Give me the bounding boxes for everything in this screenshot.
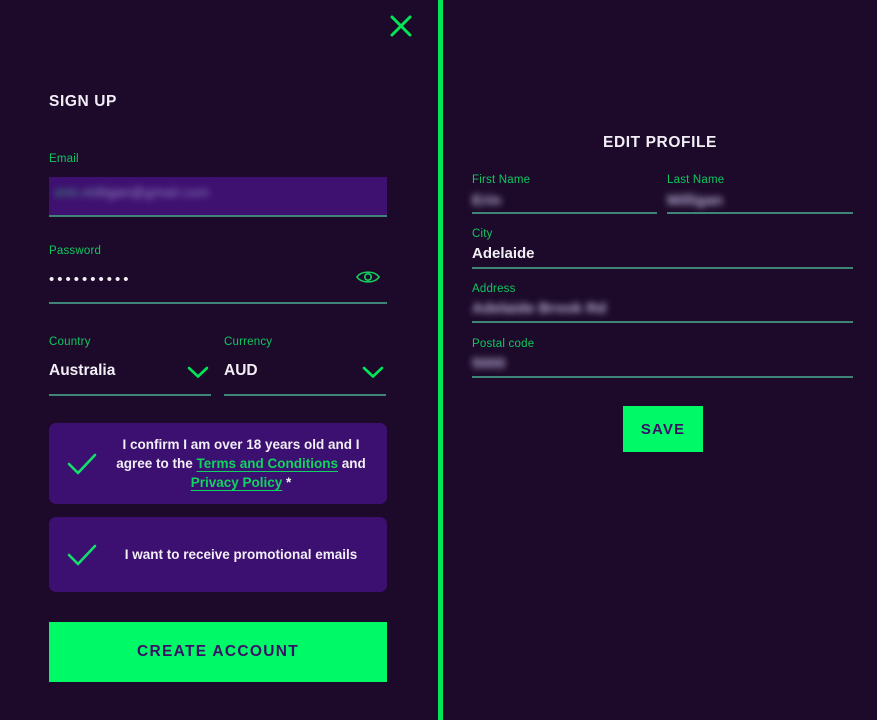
currency-select[interactable]: AUD: [224, 362, 386, 392]
last-name-underline: [667, 212, 853, 214]
promotional-emails-label: I want to receive promotional emails: [124, 547, 358, 562]
toggle-password-visibility-button[interactable]: [355, 268, 381, 290]
terms-and-conditions-link[interactable]: Terms and Conditions: [197, 456, 339, 471]
city-underline: [472, 267, 853, 269]
email-label: Email: [49, 153, 79, 165]
checkmark-icon: [49, 451, 115, 477]
dual-form-screen: SIGN UP Email erin.milligan@gmail.com Pa…: [0, 0, 877, 720]
chevron-down-icon: [187, 365, 209, 384]
chevron-down-icon: [362, 365, 384, 384]
password-input[interactable]: ••••••••••: [49, 268, 387, 300]
currency-value: AUD: [224, 362, 258, 379]
email-value: erin.milligan@gmail.com: [55, 185, 210, 200]
email-input[interactable]: erin.milligan@gmail.com: [49, 177, 387, 217]
save-button[interactable]: SAVE: [623, 406, 703, 452]
address-underline: [472, 321, 853, 323]
signup-panel: SIGN UP Email erin.milligan@gmail.com Pa…: [0, 0, 438, 720]
age-terms-checkbox[interactable]: I confirm I am over 18 years old and I a…: [49, 423, 387, 504]
city-label: City: [472, 228, 493, 240]
page-title: EDIT PROFILE: [603, 134, 717, 151]
password-value: ••••••••••: [49, 271, 132, 288]
privacy-policy-link[interactable]: Privacy Policy: [191, 475, 283, 490]
last-name-input[interactable]: Milligan: [667, 192, 723, 209]
first-name-label: First Name: [472, 174, 531, 186]
address-label: Address: [472, 283, 516, 295]
create-account-button[interactable]: CREATE ACCOUNT: [49, 622, 387, 682]
postal-code-underline: [472, 376, 853, 378]
postal-code-input[interactable]: 5000: [472, 355, 505, 372]
last-name-label: Last Name: [667, 174, 725, 186]
age-terms-label: I confirm I am over 18 years old and I a…: [115, 435, 387, 492]
checkmark-icon: [49, 542, 115, 568]
close-icon: [390, 15, 412, 37]
age-terms-text-2: and: [338, 456, 366, 471]
city-input[interactable]: Adelaide: [472, 245, 535, 262]
password-underline: [49, 302, 387, 304]
country-value: Australia: [49, 362, 116, 379]
postal-code-label: Postal code: [472, 338, 535, 350]
currency-label: Currency: [224, 336, 273, 348]
edit-profile-panel: EDIT PROFILE First Name Erin Last Name M…: [443, 0, 877, 720]
country-label: Country: [49, 336, 91, 348]
first-name-input[interactable]: Erin: [472, 192, 501, 209]
password-label: Password: [49, 245, 102, 257]
promotional-emails-checkbox[interactable]: I want to receive promotional emails: [49, 517, 387, 592]
close-signup-button[interactable]: [384, 9, 418, 43]
currency-underline: [224, 394, 386, 396]
eye-icon: [356, 271, 380, 283]
country-select[interactable]: Australia: [49, 362, 211, 392]
address-input[interactable]: Adelaide Brook Rd: [472, 300, 606, 317]
required-asterisk: *: [282, 475, 292, 490]
first-name-underline: [472, 212, 657, 214]
country-underline: [49, 394, 211, 396]
page-title: SIGN UP: [49, 93, 117, 110]
